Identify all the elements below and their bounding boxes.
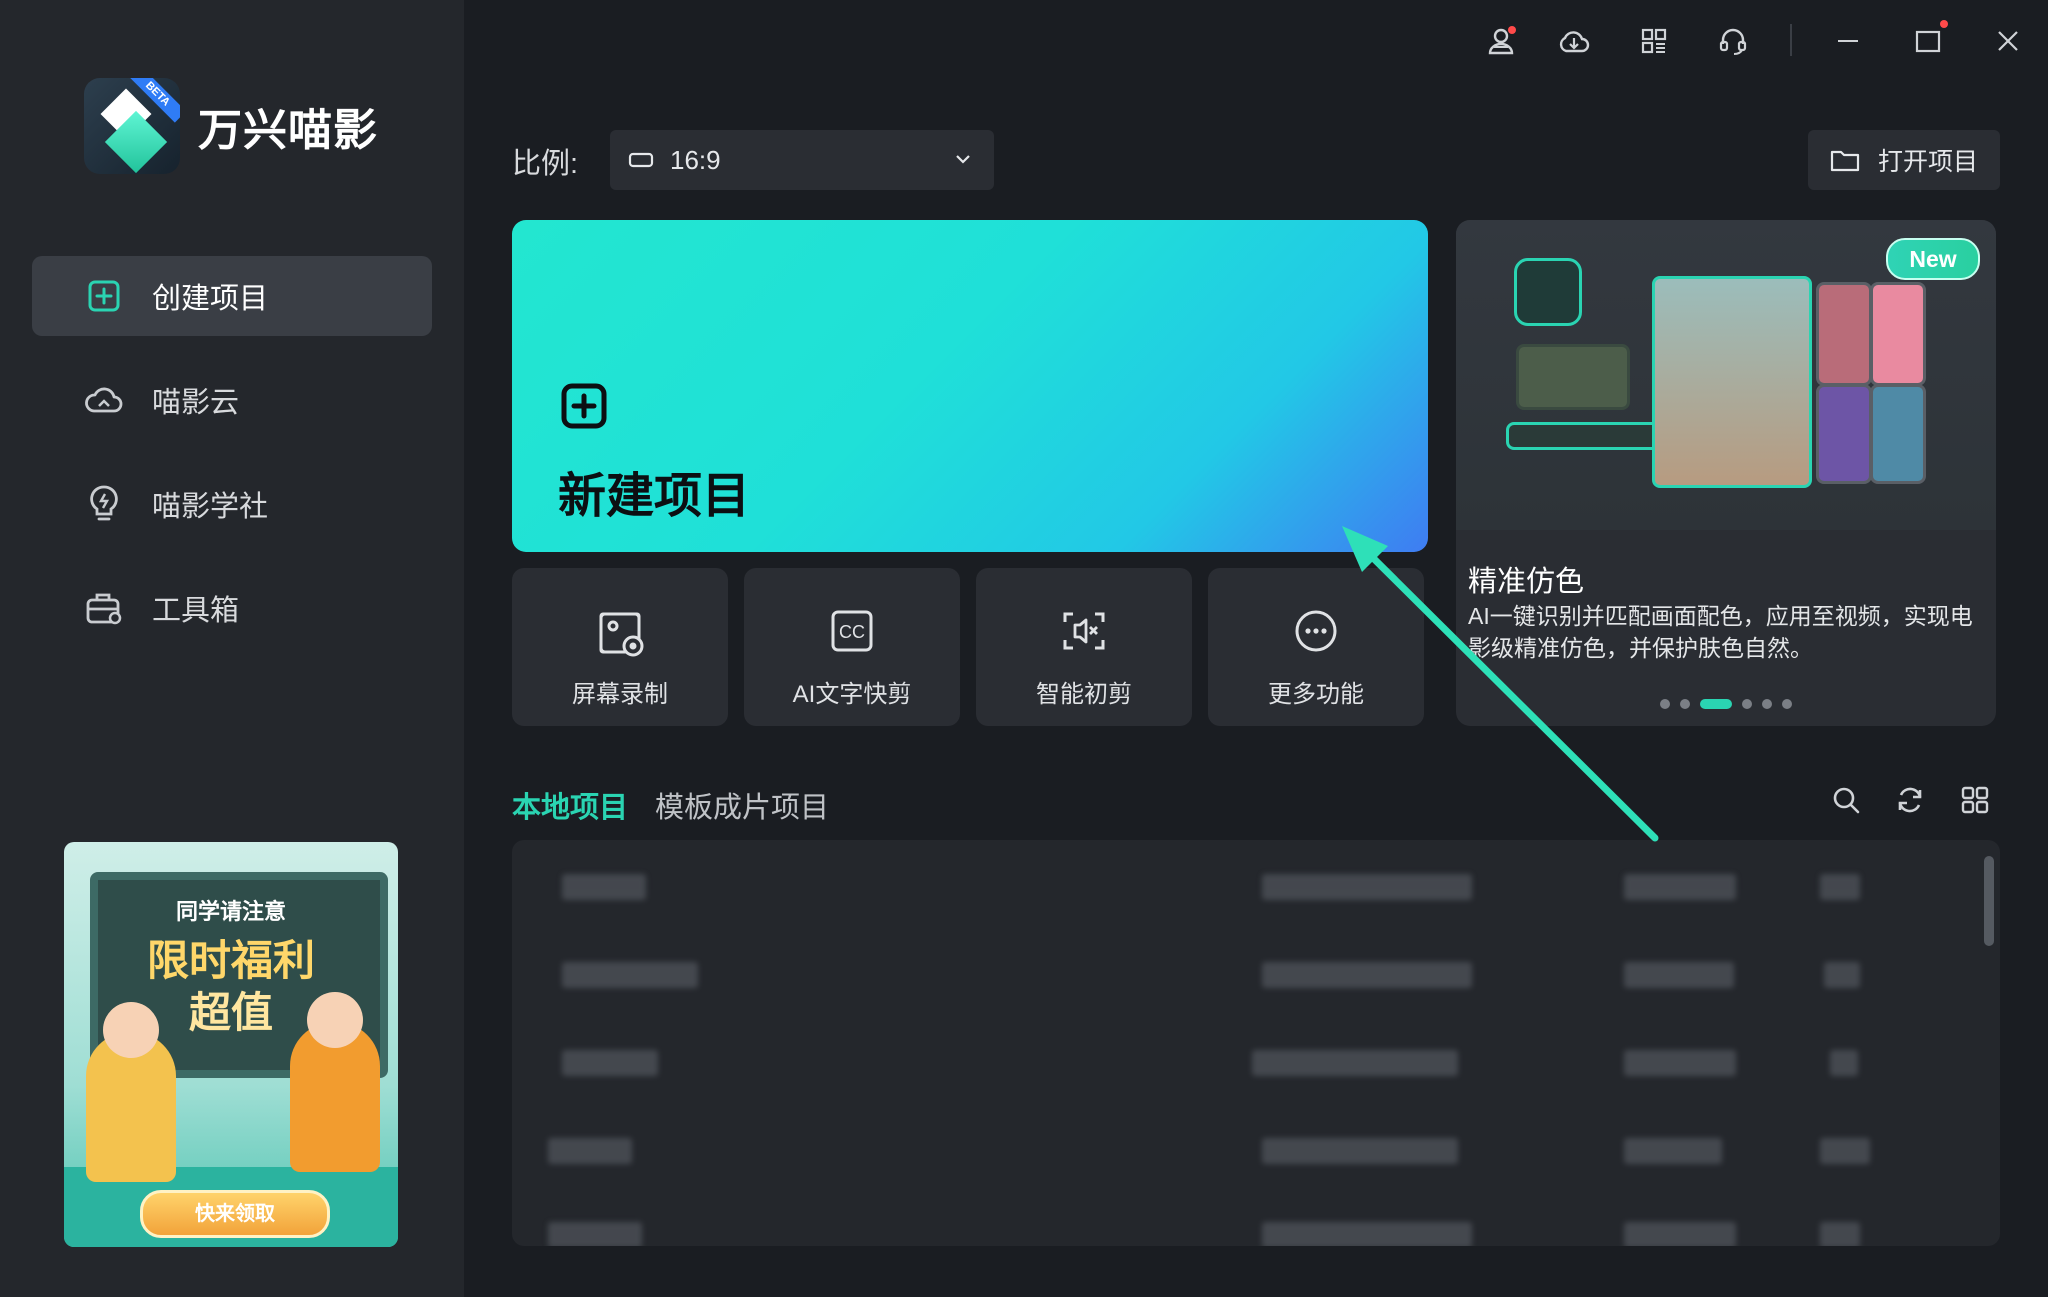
headset-support-icon[interactable] [1712,20,1754,62]
sidebar-item-label: 创建项目 [152,283,269,315]
screen-record-button[interactable]: 屏幕录制 [512,568,728,726]
smart-cut-icon [976,608,1192,658]
close-icon[interactable] [1987,20,2029,62]
carousel-dot[interactable] [1680,699,1690,709]
notification-dot [1508,26,1516,34]
plus-square-icon [82,274,126,318]
table-row[interactable] [512,944,1972,1004]
new-badge: New [1886,238,1980,280]
account-icon[interactable] [1480,20,1522,62]
banner-description: AI一键识别并匹配画面配色，应用至视频，实现电影级精准仿色，并保护肤色自然。 [1468,603,1973,661]
promo-character-girl [86,1002,176,1182]
promo-character-boy [290,992,380,1172]
maximize-icon[interactable] [1907,20,1949,62]
tool-label: 更多功能 [1268,681,1364,708]
carousel-dots[interactable] [1456,699,1996,709]
open-project-label: 打开项目 [1878,148,1979,176]
aspect-ratio-icon [628,151,654,169]
open-project-button[interactable]: 打开项目 [1808,130,2000,190]
lightbulb-icon [82,482,126,526]
promo-banner[interactable]: 同学请注意 限时福利 超值 快来领取 [64,842,398,1247]
tab-template-projects[interactable]: 模板成片项目 [655,784,829,826]
smart-cut-button[interactable]: 智能初剪 [976,568,1192,726]
cloud-icon [82,378,126,422]
toolbox-icon [82,586,126,630]
grid-view-icon[interactable] [1955,780,1995,820]
table-row[interactable] [512,1120,1972,1180]
table-row[interactable] [512,1032,1972,1092]
carousel-dot[interactable] [1782,699,1792,709]
sidebar-item-toolbox[interactable]: 工具箱 [32,568,432,648]
more-icon [1208,608,1424,658]
carousel-dot[interactable] [1762,699,1772,709]
ratio-label: 比例: [512,148,579,180]
new-project-button[interactable]: 新建项目 [512,220,1428,552]
search-icon[interactable] [1826,780,1866,820]
palette-ai-icon [1514,258,1582,326]
sidebar-item-create-project[interactable]: 创建项目 [32,256,432,336]
tool-label: 智能初剪 [1036,681,1132,708]
cloud-upload-icon[interactable] [1553,20,1595,62]
app-logo-icon: BETA [84,78,180,174]
promo-heading: 同学请注意 [175,899,286,924]
titlebar-divider [1790,24,1792,56]
cc-caption-icon: CC [744,608,960,658]
app-name: 万兴喵影 [198,106,378,155]
carousel-dot[interactable] [1742,699,1752,709]
project-list [512,840,2000,1246]
sidebar-item-label: 工具箱 [152,595,240,627]
ratio-select[interactable]: 16:9 [610,130,994,190]
sidebar: BETA 万兴喵影 创建项目 喵影云 喵影学社 工具箱 同学请注意 限时福利 超… [0,0,464,1297]
table-row[interactable] [512,1204,1972,1246]
folder-icon [1830,147,1860,173]
update-dot [1940,20,1948,28]
apps-grid-icon[interactable] [1633,20,1675,62]
carousel-dot[interactable] [1660,699,1670,709]
svg-text:CC: CC [839,622,865,642]
sidebar-item-label: 喵影学社 [152,491,269,523]
promo-claim-button[interactable]: 快来领取 [140,1190,330,1238]
tool-label: 屏幕录制 [572,681,668,708]
chevron-down-icon [954,150,972,173]
scrollbar[interactable] [1984,856,1994,946]
feature-banner[interactable]: New 精准仿色 AI一键识别并匹配画面配色，应用至视频，实现电影级精准仿色，并… [1456,220,1996,726]
tab-local-projects[interactable]: 本地项目 [512,784,628,826]
refresh-icon[interactable] [1890,780,1930,820]
sidebar-item-label: 喵影云 [152,387,240,419]
banner-title: 精准仿色 [1468,566,1585,598]
plus-square-icon [560,382,608,435]
ai-text-edit-button[interactable]: CC AI文字快剪 [744,568,960,726]
table-row[interactable] [512,856,1972,916]
app-logo: BETA 万兴喵影 [84,78,378,174]
tool-label: AI文字快剪 [792,681,912,708]
sidebar-item-cloud[interactable]: 喵影云 [32,360,432,440]
minimize-icon[interactable] [1827,20,1869,62]
screen-record-icon [512,608,728,658]
new-project-label: 新建项目 [558,470,751,523]
more-features-button[interactable]: 更多功能 [1208,568,1424,726]
sidebar-item-academy[interactable]: 喵影学社 [32,464,432,544]
carousel-dot-active[interactable] [1700,699,1732,709]
ratio-value: 16:9 [670,144,721,175]
